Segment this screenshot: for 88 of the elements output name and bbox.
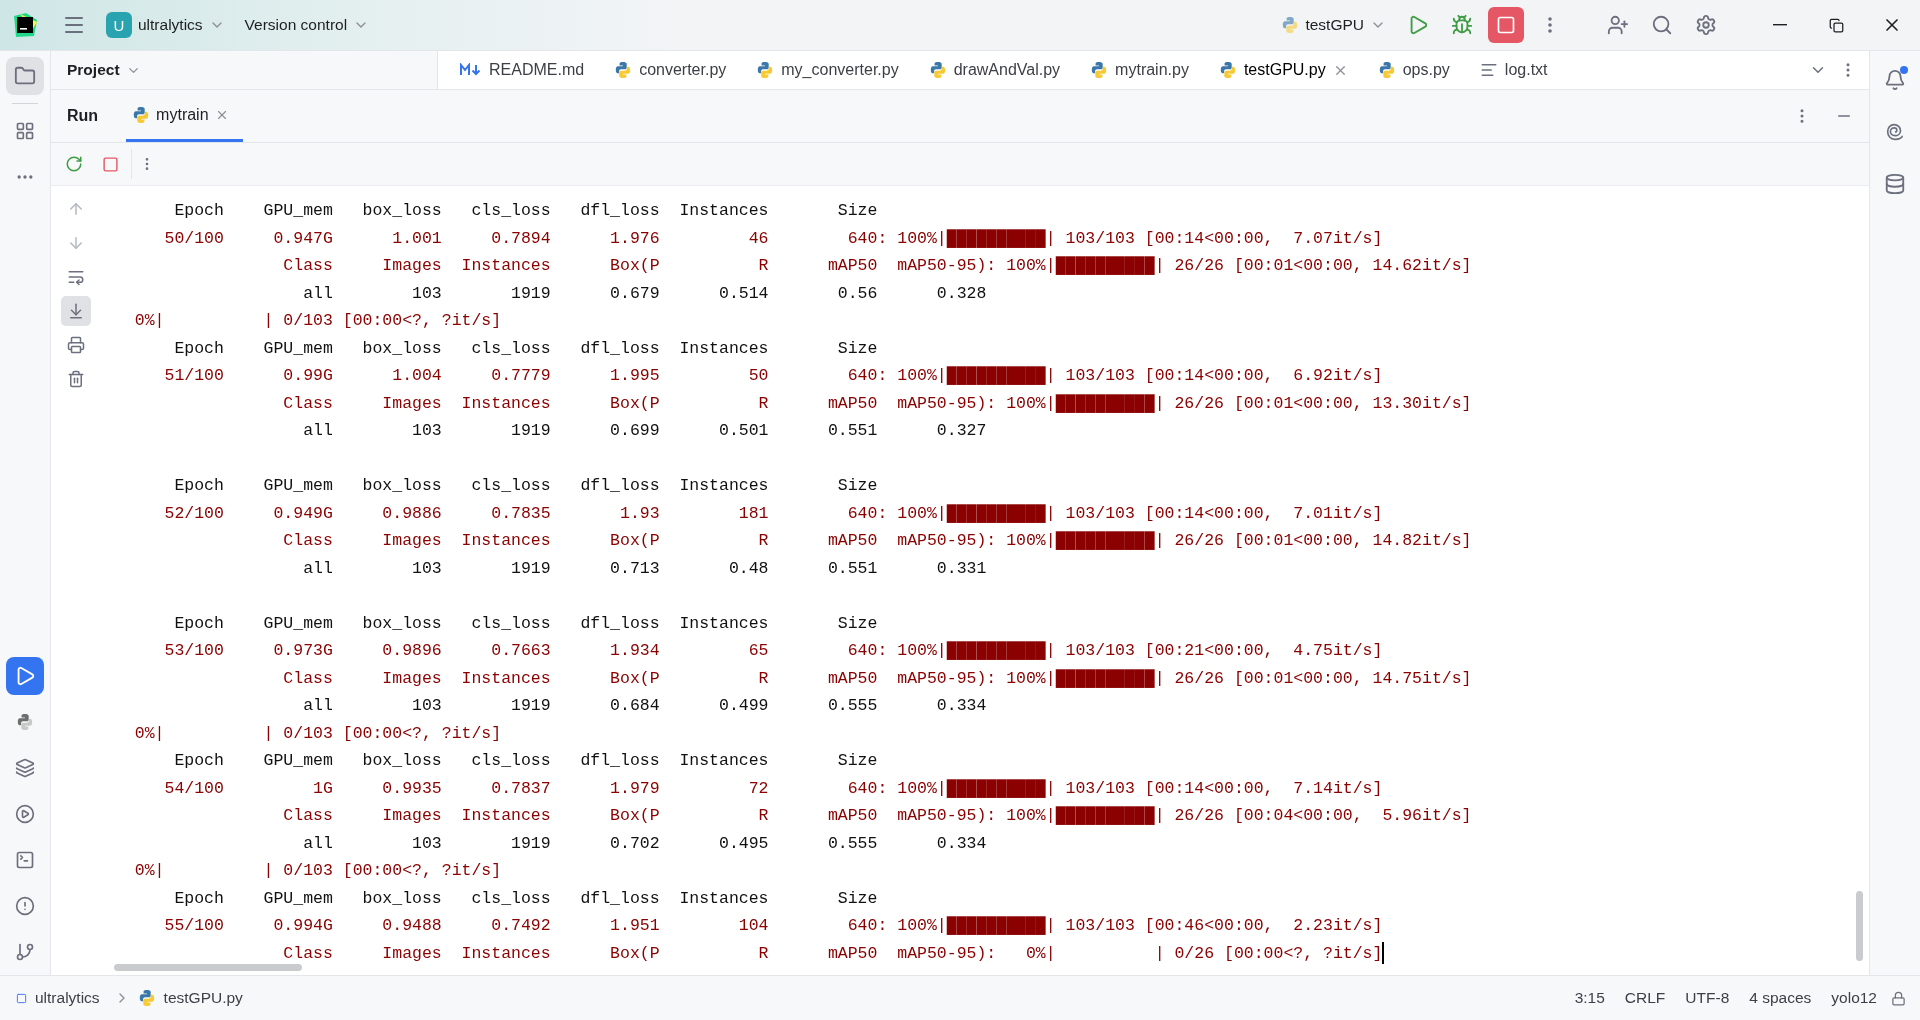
breadcrumb[interactable]: testGPU.py [163, 989, 249, 1007]
editor-tab[interactable]: README.md [452, 51, 607, 89]
python-file-icon [756, 61, 775, 79]
console-line: 51/100 0.99G 1.004 0.7779 1.995 50 640: 100%|██████████| 103/103 [00:14<00:00, 6.92it/s] [163, 365, 1383, 387]
tab-label: mytrain [156, 105, 209, 124]
editor-tab[interactable]: mytrain.py [1082, 51, 1211, 89]
console-line: 52/100 0.949G 0.9886 0.7835 1.93 181 640: 100%|██████████| 103/103 [00:14<00:00, 7.01it/s] [163, 502, 1383, 525]
tab-label: mytrain.py [1115, 61, 1189, 79]
python-file-icon [614, 61, 633, 79]
editor-tab[interactable]: log.txt [1471, 51, 1570, 89]
breadcrumb[interactable]: ultralytics [35, 989, 106, 1007]
tab-label: my_converter.py [781, 61, 899, 79]
minimize-icon [1773, 24, 1787, 26]
status-item[interactable]: 4 spaces [1743, 989, 1818, 1007]
console-line: 0%| | 0/103 [00:00<?, ?it/s] [133, 722, 502, 745]
tab-label: ops.py [1402, 61, 1450, 79]
python-file-icon [137, 989, 156, 1007]
console-line: Epoch GPU_mem box_loss cls_loss dfl_loss Instances Size [173, 200, 878, 222]
vertical-scrollbar[interactable] [1856, 891, 1863, 961]
console-line: 0%| | 0/103 [00:00<?, ?it/s] [133, 860, 502, 882]
project-badge: U [106, 12, 132, 38]
python-icon [132, 105, 151, 124]
vcs-menu[interactable]: Version control [238, 7, 376, 43]
restore-icon [1828, 17, 1844, 33]
run-tab[interactable]: mytrain [126, 90, 243, 142]
settings-icon [1695, 14, 1717, 36]
more-icon [1548, 17, 1552, 33]
console-line: Class Images Instances Box(P R mAP50 mAP50-95): 100%|██████████| 26/26 [00:01<00:00, 14.62it/s] [282, 255, 1472, 277]
console-line: all 103 1919 0.702 0.495 0.555 0.334 [302, 832, 987, 855]
console-line: Class Images Instances Box(P R mAP50 mAP50-95): 100%|██████████| 26/26 [00:01<00:00, 14.75it/s] [282, 667, 1472, 690]
tab-label: drawAndVal.py [953, 61, 1061, 79]
run-tool-icon[interactable] [6, 657, 44, 695]
vcs-label: Version control [244, 16, 348, 34]
editor-tab[interactable]: converter.py [606, 51, 749, 89]
python-icon [1281, 16, 1300, 34]
tab-label: log.txt [1504, 61, 1548, 79]
console-line: Class Images Instances Box(P R mAP50 mAP50-95): 100%|██████████| 26/26 [00:01<00:00, 14.82it/s] [282, 530, 1472, 552]
console-line: Epoch GPU_mem box_loss cls_loss dfl_loss Instances Size [173, 475, 878, 497]
console-line: Epoch GPU_mem box_loss cls_loss dfl_loss Instances Size [173, 337, 878, 360]
console-line: 0%| | 0/103 [00:00<?, ?it/s] [133, 310, 502, 332]
horizontal-scrollbar[interactable] [114, 964, 302, 971]
text-file-icon [1479, 61, 1498, 79]
console-line: Class Images Instances Box(P R mAP50 mAP50-95): 0%| | 0/26 [00:00<?, ?it/s] [282, 942, 1383, 965]
tab-label: testGPU.py [1243, 61, 1326, 79]
console-line: all 103 1919 0.684 0.499 0.555 0.334 [302, 695, 987, 717]
run-config-name: testGPU [1305, 16, 1364, 34]
editor-tab[interactable]: drawAndVal.py [920, 51, 1083, 89]
console-line: 54/100 1G 0.9935 0.7837 1.979 72 640: 100%|██████████| 103/103 [00:14<00:00, 7.14it/s] [163, 777, 1383, 800]
status-item[interactable]: UTF-8 [1679, 989, 1736, 1007]
run-window-title: Run [67, 107, 99, 125]
app-logo [12, 12, 38, 38]
stop-icon [1496, 15, 1516, 35]
tab-label: README.md [489, 61, 585, 79]
status-item[interactable]: CRLF [1618, 989, 1672, 1007]
bug-icon [1451, 14, 1473, 36]
run-config-selector[interactable]: testGPU [1275, 7, 1392, 43]
console-line: Epoch GPU_mem box_loss cls_loss dfl_loss Instances Size [173, 612, 878, 635]
stop-button[interactable] [1488, 7, 1524, 43]
project-name: ultralytics [138, 16, 203, 34]
project-selector[interactable]: U ultralytics [100, 7, 231, 43]
console-line: Epoch GPU_mem box_loss cls_loss dfl_loss Instances Size [173, 750, 878, 772]
project-folder-icon[interactable] [6, 57, 44, 95]
editor-tab[interactable]: testGPU.py [1210, 51, 1370, 89]
scroll-to-end-icon[interactable] [61, 296, 91, 326]
status-item[interactable]: 3:15 [1568, 989, 1611, 1007]
python-file-icon [1090, 61, 1109, 79]
console-line: Class Images Instances Box(P R mAP50 mAP50-95): 100%|██████████| 26/26 [00:04<00:00, 5.96it/s] [282, 805, 1472, 827]
python-file-icon [1377, 61, 1396, 79]
status-item[interactable]: yolo12 [1825, 989, 1883, 1007]
console-line: all 103 1919 0.699 0.501 0.551 0.327 [302, 420, 987, 442]
editor-tab[interactable]: my_converter.py [748, 51, 921, 89]
add-user-icon [1607, 14, 1629, 36]
panel-title: Project [67, 61, 120, 79]
console-line: all 103 1919 0.679 0.514 0.56 0.328 [302, 282, 987, 305]
console-line: Epoch GPU_mem box_loss cls_loss dfl_loss Instances Size [173, 887, 878, 910]
search-icon [1651, 14, 1673, 36]
editor-tab[interactable]: ops.py [1369, 51, 1472, 89]
console-line: 50/100 0.947G 1.001 0.7894 1.976 46 640: 100%|██████████| 103/103 [00:14<00:00, 7.07it/s] [163, 227, 1383, 250]
console-line: all 103 1919 0.713 0.48 0.551 0.331 [302, 557, 987, 580]
lock-icon [1891, 990, 1906, 1006]
console-line: Class Images Instances Box(P R mAP50 mAP50-95): 100%|██████████| 26/26 [00:01<00:00, 13.30it/s] [282, 392, 1472, 415]
console-line: 55/100 0.994G 0.9488 0.7492 1.951 104 640: 100%|██████████| 103/103 [00:46<00:00, 2.23it/s] [163, 915, 1383, 937]
console-line: 53/100 0.973G 0.9896 0.7663 1.934 65 640: 100%|██████████| 103/103 [00:21<00:00, 4.75it/s] [163, 640, 1383, 662]
tab-label: converter.py [639, 61, 727, 79]
python-file-icon [928, 61, 947, 79]
python-file-icon [1218, 61, 1237, 79]
markdown-file-icon [460, 63, 482, 77]
module-icon [16, 992, 27, 1004]
